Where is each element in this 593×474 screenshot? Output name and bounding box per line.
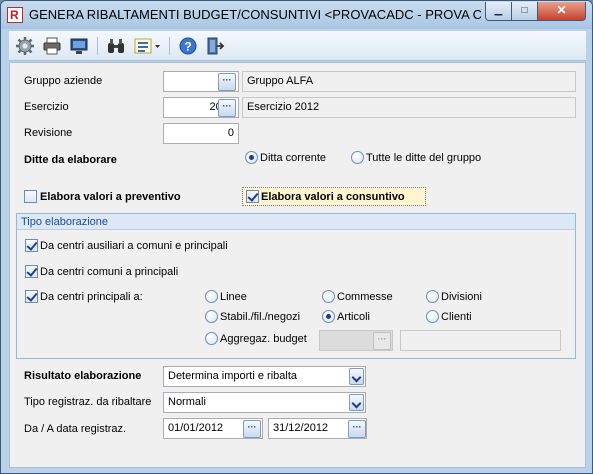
stabil-radio[interactable] [205, 310, 218, 323]
revisione-label: Revisione [24, 127, 73, 139]
data-registraz-label: Da / A data registraz. [24, 423, 127, 435]
tipo-elaborazione-title: Tipo elaborazione [21, 216, 109, 228]
elabora-preventivo-checkbox[interactable] [24, 190, 37, 203]
ausiliari-checkbox[interactable] [25, 239, 38, 252]
risultato-select[interactable]: Determina importi e ribalta [163, 366, 366, 387]
tipo-registraz-label: Tipo registraz. da ribaltare [24, 396, 152, 408]
ditta-corrente-label[interactable]: Ditta corrente [260, 152, 326, 164]
aggregaz-description [400, 330, 561, 351]
ausiliari-label[interactable]: Da centri ausiliari a comuni e principal… [40, 240, 228, 252]
clienti-radio[interactable] [426, 310, 439, 323]
chevron-down-icon[interactable] [349, 368, 364, 385]
toolbar: ? [9, 31, 586, 61]
gruppo-aziende-lookup-button[interactable]: ··· [218, 73, 236, 91]
aggregaz-radio[interactable] [205, 332, 218, 345]
tutte-ditte-label[interactable]: Tutte le ditte del gruppo [366, 152, 481, 164]
application-window: R GENERA RIBALTAMENTI BUDGET/CONSUNTIVI … [0, 0, 593, 474]
tipo-elaborazione-group: Tipo elaborazione Da centri ausiliari a … [16, 213, 576, 359]
toolbar-separator [169, 37, 170, 55]
comuni-label[interactable]: Da centri comuni a principali [40, 266, 178, 278]
tipo-registraz-select[interactable]: Normali [163, 392, 366, 413]
linee-label[interactable]: Linee [220, 291, 247, 303]
commesse-label[interactable]: Commesse [337, 291, 393, 303]
exit-icon[interactable] [205, 36, 225, 56]
divisioni-radio[interactable] [426, 290, 439, 303]
esercizio-label: Esercizio [24, 101, 69, 113]
clienti-label[interactable]: Clienti [441, 311, 472, 323]
chevron-down-icon[interactable] [349, 394, 364, 411]
principali-checkbox[interactable] [25, 290, 38, 303]
elabora-preventivo-label[interactable]: Elabora valori a preventivo [40, 191, 181, 203]
monitor-icon[interactable] [69, 36, 89, 56]
data-from-picker-button[interactable]: ··· [243, 420, 261, 438]
gruppo-aziende-label: Gruppo aziende [24, 75, 103, 87]
articoli-label[interactable]: Articoli [337, 311, 370, 323]
binoculars-icon[interactable] [106, 36, 126, 56]
elabora-consuntivo-label[interactable]: Elabora valori a consuntivo [261, 191, 405, 203]
tutte-ditte-radio[interactable] [351, 151, 364, 164]
ditte-label: Ditte da elaborare [24, 154, 117, 166]
elabora-consuntivo-checkbox[interactable] [246, 190, 259, 203]
aggregaz-label[interactable]: Aggregaz. budget [220, 333, 307, 345]
linee-radio[interactable] [205, 290, 218, 303]
window-title: GENERA RIBALTAMENTI BUDGET/CONSUNTIVI <P… [29, 7, 481, 22]
ditta-corrente-radio[interactable] [245, 151, 258, 164]
gruppo-aziende-description: Gruppo ALFA [242, 71, 576, 92]
revisione-input[interactable]: 0 [163, 123, 239, 144]
commesse-radio[interactable] [322, 290, 335, 303]
toolbar-separator [97, 37, 98, 55]
title-bar[interactable]: R GENERA RIBALTAMENTI BUDGET/CONSUNTIVI … [1, 1, 592, 29]
comuni-checkbox[interactable] [25, 265, 38, 278]
data-to-picker-button[interactable]: ··· [348, 420, 366, 438]
form-panel: Gruppo aziende 1 ··· Gruppo ALFA Eserciz… [9, 62, 586, 468]
group-header: Tipo elaborazione [17, 214, 575, 230]
articoli-radio[interactable] [322, 310, 335, 323]
aggregaz-lookup-button: ··· [373, 332, 391, 350]
tipo-registraz-value: Normali [168, 396, 206, 408]
app-icon[interactable]: R [7, 7, 23, 23]
gear-icon[interactable] [15, 36, 35, 56]
close-button[interactable]: ✕ [537, 2, 586, 21]
risultato-label: Risultato elaborazione [24, 370, 142, 382]
minimize-button[interactable]: ▁ [485, 2, 512, 21]
maximize-button[interactable]: □ [511, 2, 538, 21]
divisioni-label[interactable]: Divisioni [441, 291, 482, 303]
esercizio-lookup-button[interactable]: ··· [218, 99, 236, 117]
printer-icon[interactable] [42, 36, 62, 56]
stabil-label[interactable]: Stabil./fil./negozi [220, 311, 300, 323]
list-icon[interactable] [133, 36, 163, 56]
svg-text:?: ? [184, 40, 191, 54]
risultato-value: Determina importi e ribalta [168, 370, 297, 382]
principali-label[interactable]: Da centri principali a: [40, 291, 143, 303]
help-icon[interactable]: ? [178, 36, 198, 56]
esercizio-description: Esercizio 2012 [242, 97, 576, 118]
